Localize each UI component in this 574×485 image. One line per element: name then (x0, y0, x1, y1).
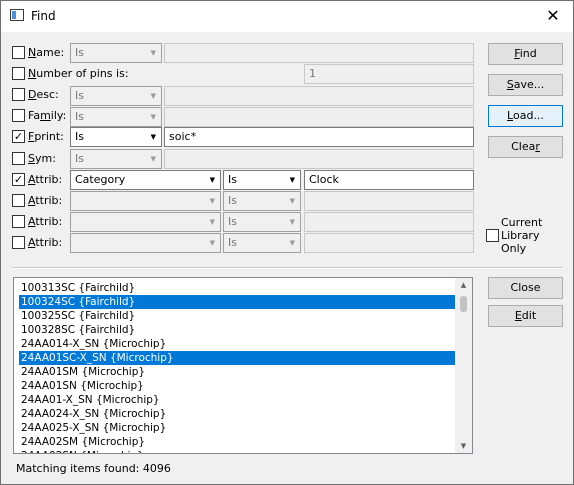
attrib-4-label: Attrib: (28, 236, 63, 249)
close-button[interactable]: Close (488, 277, 563, 299)
chevron-down-icon: ▼ (209, 197, 215, 205)
attrib-4-value-input[interactable] (304, 233, 474, 253)
name-label: Name: (28, 46, 65, 59)
attrib-3-value-input[interactable] (304, 212, 474, 232)
chevron-down-icon: ▼ (150, 113, 156, 121)
attrib-1-operator-select[interactable]: Is ▼ (223, 170, 301, 190)
chevron-down-icon: ▼ (209, 218, 215, 226)
current-library-only-checkbox[interactable] (486, 229, 499, 242)
list-item[interactable]: 24AA01SC-X_SN {Microchip} (19, 351, 456, 365)
current-library-only-label: Current Library Only (501, 216, 543, 255)
load-button[interactable]: Load... (488, 105, 563, 127)
sym-value-input[interactable] (164, 149, 474, 169)
fprint-label: Fprint: (28, 130, 64, 143)
pins-value-input[interactable]: 1 (304, 64, 474, 84)
attrib-2-label: Attrib: (28, 194, 63, 207)
fprint-operator-select[interactable]: Is ▼ (70, 127, 162, 147)
attrib-2-value-input[interactable] (304, 191, 474, 211)
chevron-down-icon: ▼ (289, 218, 295, 226)
list-item[interactable]: 24AA02SN {Microchip} (19, 449, 456, 453)
edit-button[interactable]: Edit (488, 305, 563, 327)
attrib-3-checkbox[interactable] (12, 215, 25, 228)
fprint-value-input[interactable]: soic* (164, 127, 474, 147)
find-dialog: Find ✕ Name: Is ▼ Number of pins is: 1 De… (0, 0, 574, 485)
pins-checkbox[interactable] (12, 67, 25, 80)
results-list[interactable]: 100313SC {Fairchild} 100324SC {Fairchild}… (13, 277, 473, 454)
list-item[interactable]: 24AA02SM {Microchip} (19, 435, 456, 449)
attrib-4-name-select[interactable]: ▼ (70, 233, 221, 253)
title-bar[interactable]: Find ✕ (1, 1, 573, 32)
chevron-down-icon: ▼ (150, 49, 156, 57)
find-button[interactable]: Find (488, 43, 563, 65)
chevron-down-icon: ▼ (289, 239, 295, 247)
window-icon (10, 9, 24, 21)
family-value-input[interactable] (164, 107, 474, 127)
vertical-scrollbar[interactable]: ▲ ▼ (455, 278, 472, 453)
list-item[interactable]: 24AA014-X_SN {Microchip} (19, 337, 456, 351)
attrib-3-label: Attrib: (28, 215, 63, 228)
save-button[interactable]: Save... (488, 74, 563, 96)
attrib-3-operator-select[interactable]: Is ▼ (223, 212, 301, 232)
list-item[interactable]: 24AA01SM {Microchip} (19, 365, 456, 379)
list-item[interactable]: 24AA024-X_SN {Microchip} (19, 407, 456, 421)
scroll-down-icon[interactable]: ▼ (455, 439, 472, 453)
attrib-2-name-select[interactable]: ▼ (70, 191, 221, 211)
chevron-down-icon: ▼ (209, 176, 215, 184)
attrib-1-checkbox[interactable]: ✓ (12, 173, 25, 186)
attrib-3-name-select[interactable]: ▼ (70, 212, 221, 232)
attrib-1-name-select[interactable]: Category ▼ (70, 170, 221, 190)
pins-label: Number of pins is: (28, 67, 129, 80)
fprint-checkbox[interactable]: ✓ (12, 130, 25, 143)
name-operator-select[interactable]: Is ▼ (70, 43, 162, 63)
attrib-2-checkbox[interactable] (12, 194, 25, 207)
attrib-2-operator-select[interactable]: Is ▼ (223, 191, 301, 211)
name-value-input[interactable] (164, 43, 474, 63)
name-checkbox[interactable] (12, 46, 25, 59)
divider (12, 267, 562, 269)
status-text: Matching items found: 4096 (16, 462, 171, 475)
clear-button[interactable]: Clear (488, 136, 563, 158)
list-item[interactable]: 24AA01SN {Microchip} (19, 379, 456, 393)
attrib-1-value-input[interactable]: Clock (304, 170, 474, 190)
chevron-down-icon: ▼ (150, 155, 156, 163)
chevron-down-icon: ▼ (289, 197, 295, 205)
sym-checkbox[interactable] (12, 152, 25, 165)
chevron-down-icon: ▼ (209, 239, 215, 247)
list-item[interactable]: 100313SC {Fairchild} (19, 281, 456, 295)
chevron-down-icon: ▼ (150, 92, 156, 100)
list-item[interactable]: 100324SC {Fairchild} (19, 295, 456, 309)
list-item[interactable]: 100328SC {Fairchild} (19, 323, 456, 337)
scroll-thumb[interactable] (460, 296, 467, 312)
window-title: Find (31, 9, 56, 23)
attrib-4-operator-select[interactable]: Is ▼ (223, 233, 301, 253)
family-checkbox[interactable] (12, 109, 25, 122)
chevron-down-icon: ▼ (289, 176, 295, 184)
scroll-up-icon[interactable]: ▲ (455, 278, 472, 292)
desc-operator-select[interactable]: Is ▼ (70, 86, 162, 106)
close-icon[interactable]: ✕ (542, 6, 564, 26)
desc-value-input[interactable] (164, 86, 474, 106)
desc-label: Desc: (28, 88, 59, 101)
sym-label: Sym: (28, 152, 56, 165)
family-label: Family: (28, 109, 67, 122)
attrib-1-label: Attrib: (28, 173, 63, 186)
family-operator-select[interactable]: Is ▼ (70, 107, 162, 127)
sym-operator-select[interactable]: Is ▼ (70, 149, 162, 169)
list-item[interactable]: 24AA01-X_SN {Microchip} (19, 393, 456, 407)
attrib-4-checkbox[interactable] (12, 236, 25, 249)
list-item[interactable]: 24AA025-X_SN {Microchip} (19, 421, 456, 435)
list-item[interactable]: 100325SC {Fairchild} (19, 309, 456, 323)
desc-checkbox[interactable] (12, 88, 25, 101)
chevron-down-icon: ▼ (150, 133, 156, 141)
